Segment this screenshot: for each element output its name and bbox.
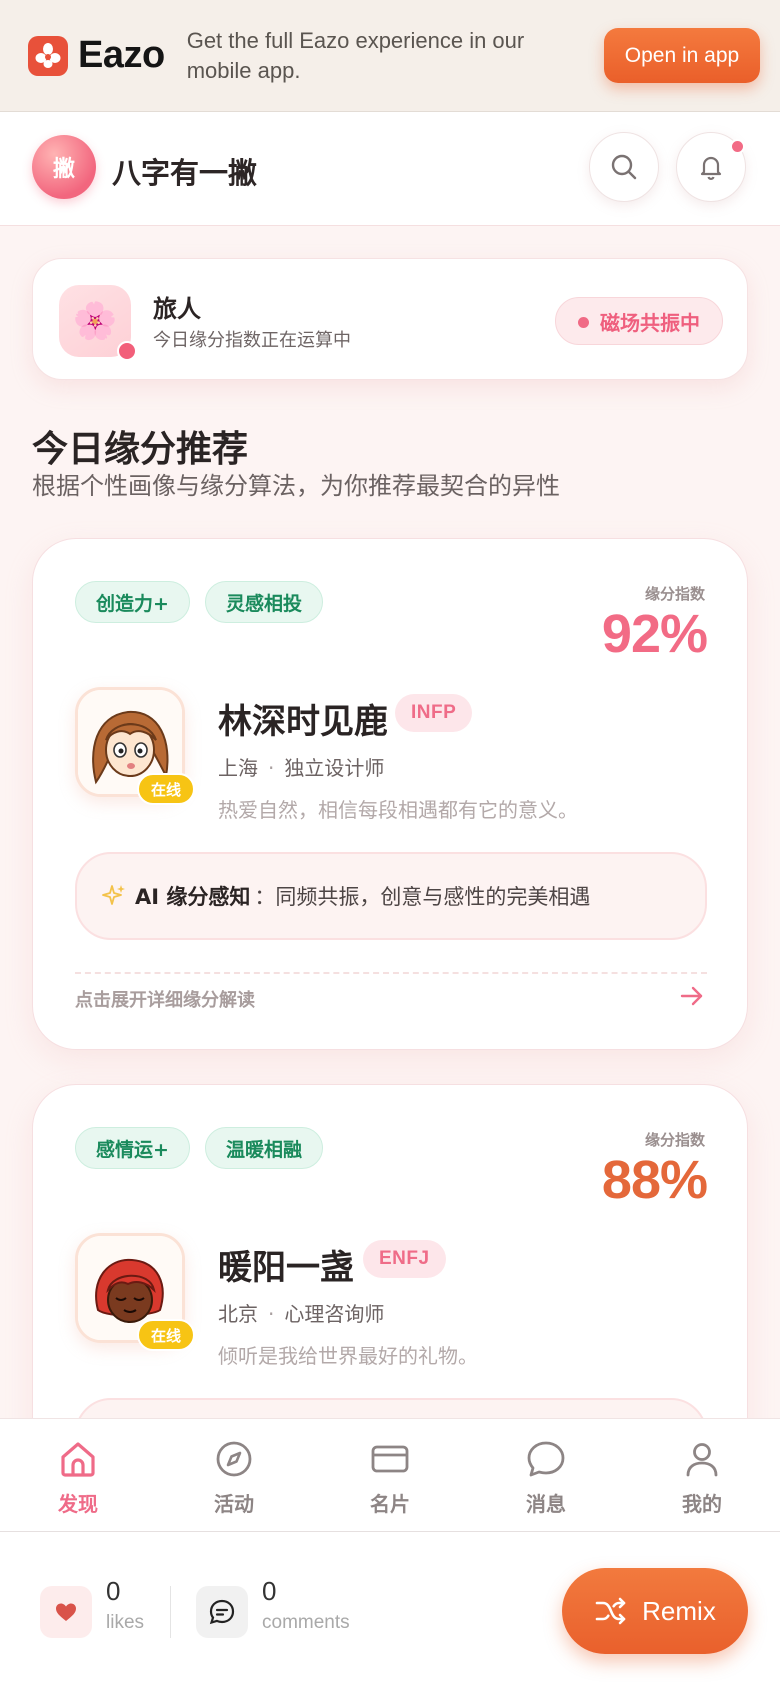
user-icon — [686, 1443, 718, 1477]
divider — [170, 1586, 171, 1638]
eazo-logo[interactable]: Eazo — [28, 34, 165, 77]
search-icon — [611, 154, 637, 180]
match-city: 上海 — [218, 756, 258, 780]
app-header: 撇 八字有一撇 — [0, 112, 780, 226]
open-in-app-button[interactable]: Open in app — [604, 28, 760, 83]
mbti-badge: INFP — [395, 694, 473, 732]
tab-discover[interactable]: 发现 — [0, 1419, 156, 1533]
like-button[interactable] — [40, 1586, 92, 1638]
likes-count: 0 — [106, 1576, 121, 1606]
match-score: 92% — [601, 604, 708, 664]
match-card[interactable]: 创造力+ 灵感相投 缘分指数 92% 在线 林深时见鹿 INFP 上海 · 独立设计… — [32, 538, 748, 1050]
tab-activities[interactable]: 活动 — [156, 1419, 312, 1533]
my-name: 旅人 — [153, 295, 201, 323]
app-title: 八字有一撇 — [112, 156, 258, 190]
score-label: 缘分指数 — [644, 585, 705, 603]
divider — [75, 972, 707, 974]
card-icon — [371, 1445, 409, 1473]
chat-icon — [527, 1441, 565, 1477]
arrow-right-icon[interactable] — [679, 983, 705, 1009]
banner-message: Get the full Eazo experience in our mobi… — [186, 27, 525, 83]
match-job: 独立设计师 — [284, 756, 385, 780]
match-meta: 上海 · 独立设计师 — [218, 756, 385, 780]
my-status-card[interactable]: 🌸 旅人 今日缘分指数正在运算中 磁场共振中 — [32, 258, 748, 380]
bell-icon — [700, 156, 722, 180]
match-tag: 温暖相融 — [205, 1127, 324, 1169]
match-name: 暖阳一盏 — [218, 1248, 354, 1288]
match-name: 林深时见鹿 — [218, 702, 388, 742]
score-label: 缘分指数 — [644, 1131, 705, 1149]
tab-label: 名片 — [370, 1492, 410, 1516]
match-city: 北京 — [218, 1302, 258, 1326]
search-button[interactable] — [589, 132, 659, 202]
likes-label: likes — [106, 1612, 145, 1633]
tab-label: 消息 — [526, 1492, 566, 1516]
remix-label: Remix — [642, 1595, 716, 1626]
comments-label: comments — [262, 1612, 350, 1633]
match-bio: 热爱自然，相信每段相遇都有它的意义。 — [218, 798, 578, 822]
my-status-text: 今日缘分指数正在运算中 — [153, 330, 351, 351]
notification-button[interactable] — [676, 132, 746, 202]
resonance-badge: 磁场共振中 — [555, 297, 723, 345]
eazo-wordmark: Eazo — [78, 34, 165, 76]
comment-button[interactable] — [196, 1586, 248, 1638]
ai-insight-text: ：同频共振，创意与感性的完美相遇 — [254, 885, 591, 909]
match-tag: 灵感相投 — [205, 581, 324, 623]
home-icon — [61, 1442, 95, 1477]
tab-label: 发现 — [58, 1492, 98, 1516]
eazo-banner: Eazo Get the full Eazo experience in our… — [0, 0, 780, 112]
tab-label: 活动 — [214, 1492, 254, 1516]
bottom-tab-bar: 发现 活动 名片 消息 我的 — [0, 1418, 780, 1532]
status-dot — [117, 341, 137, 361]
tab-label: 我的 — [682, 1492, 722, 1516]
match-score: 88% — [601, 1150, 708, 1210]
ai-insight-box: AI 缘分感知 ：同频共振，创意与感性的完美相遇 — [75, 852, 707, 940]
online-badge: 在线 — [137, 1319, 195, 1351]
match-bio: 倾听是我给世界最好的礼物。 — [218, 1344, 478, 1368]
section-subtitle: 根据个性画像与缘分算法，为你推荐最契合的异性 — [32, 472, 560, 500]
tab-mine[interactable]: 我的 — [624, 1419, 780, 1533]
expand-details-link[interactable]: 点击展开详细缘分解读 — [75, 986, 255, 1012]
match-tag: 感情运+ — [75, 1127, 190, 1169]
ai-insight-label: AI 缘分感知 — [135, 885, 251, 909]
eazo-logo-icon — [28, 35, 68, 76]
mbti-badge: ENFJ — [363, 1240, 446, 1278]
shuffle-icon — [595, 1597, 626, 1625]
compass-icon — [216, 1441, 252, 1477]
eazo-action-bar: 0 likes 0 comments Remix — [0, 1532, 780, 1688]
online-badge: 在线 — [137, 773, 195, 805]
heart-icon — [56, 1603, 76, 1621]
match-job: 心理咨询师 — [284, 1302, 385, 1326]
match-meta: 北京 · 心理咨询师 — [218, 1302, 385, 1326]
app-avatar[interactable]: 撇 — [32, 135, 96, 199]
comment-icon — [209, 1599, 235, 1625]
tab-card[interactable]: 名片 — [312, 1419, 468, 1533]
tab-messages[interactable]: 消息 — [468, 1419, 624, 1533]
match-tag: 创造力+ — [75, 581, 190, 623]
notification-dot — [730, 139, 745, 154]
section-title: 今日缘分推荐 — [32, 429, 249, 470]
comments-count: 0 — [262, 1576, 277, 1606]
sparkle-icon — [102, 885, 125, 905]
remix-button[interactable]: Remix — [562, 1568, 748, 1654]
